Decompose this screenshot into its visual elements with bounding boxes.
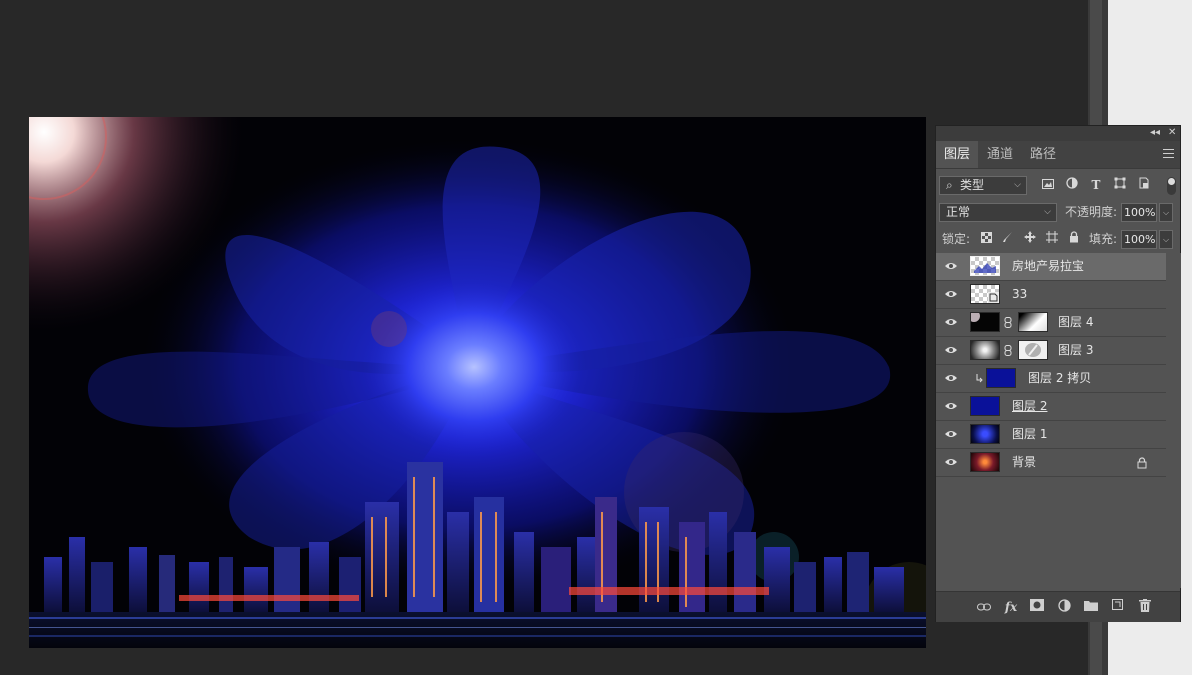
layers-scrollbar[interactable] xyxy=(1166,253,1181,588)
layer-row[interactable]: 房地产易拉宝 xyxy=(936,253,1166,281)
eye-icon[interactable] xyxy=(944,317,958,327)
link-chain-icon[interactable] xyxy=(1004,345,1012,356)
image-filter-icon[interactable] xyxy=(1039,176,1057,194)
layer-name[interactable]: 图层 2 xyxy=(1012,393,1047,420)
layer-thumbnail[interactable] xyxy=(970,396,1000,416)
canvas-artwork xyxy=(29,117,926,648)
lock-icon[interactable] xyxy=(1137,457,1147,469)
lock-position-icon[interactable] xyxy=(1021,230,1039,248)
layer-row[interactable]: 图层 2 xyxy=(936,393,1166,421)
fx-icon[interactable]: fx xyxy=(1003,599,1019,615)
layer-name[interactable]: 图层 1 xyxy=(1012,421,1047,448)
chevron-down-icon: ⌵ xyxy=(1014,180,1021,190)
layer-name[interactable]: 房地产易拉宝 xyxy=(1012,253,1084,280)
tab-channels[interactable]: 通道 xyxy=(979,141,1021,168)
new-layer-icon[interactable] xyxy=(1110,599,1126,615)
layer-row[interactable]: 图层 2 拷贝 xyxy=(936,365,1166,393)
smart-object-filter-icon[interactable] xyxy=(1135,176,1153,194)
tab-layers[interactable]: 图层 xyxy=(936,141,979,168)
search-icon: ⌕ xyxy=(946,178,953,192)
panel-titlebar: ◂◂ ✕ xyxy=(936,126,1180,141)
layers-list: 房地产易拉宝 33 图层 4 图层 3 图层 2 拷贝 图层 2 图层 1 背景 xyxy=(936,253,1166,477)
layer-thumbnail[interactable] xyxy=(970,424,1000,444)
type-filter-icon[interactable]: T xyxy=(1087,176,1105,194)
lock-label: 锁定: xyxy=(942,232,971,246)
filter-row: ⌕ 类型 ⌵ T xyxy=(936,176,1182,196)
fill-input[interactable]: 100% xyxy=(1121,230,1157,249)
blend-mode-value: 正常 xyxy=(946,205,971,219)
layer-mask-thumbnail[interactable] xyxy=(1018,340,1048,360)
collapse-panel-icon[interactable]: ◂◂ xyxy=(1150,127,1160,139)
link-chain-icon[interactable] xyxy=(1004,317,1012,328)
lock-transparent-icon[interactable] xyxy=(977,230,995,248)
opacity-input[interactable]: 100% xyxy=(1121,203,1157,222)
panel-tabs: 图层 通道 路径 xyxy=(936,141,1180,169)
delete-layer-icon[interactable] xyxy=(1137,599,1153,615)
close-panel-icon[interactable]: ✕ xyxy=(1168,127,1176,139)
layer-thumbnail[interactable] xyxy=(970,284,1000,304)
eye-icon[interactable] xyxy=(944,457,958,467)
layer-name[interactable]: 图层 4 xyxy=(1058,309,1093,336)
chevron-down-icon: ⌵ xyxy=(1044,207,1051,217)
link-layers-icon[interactable] xyxy=(976,599,992,615)
layer-row[interactable]: 图层 3 xyxy=(936,337,1166,365)
eye-icon[interactable] xyxy=(944,401,958,411)
document-canvas[interactable] xyxy=(29,117,926,648)
eye-icon[interactable] xyxy=(944,345,958,355)
clipping-mask-arrow-icon xyxy=(976,374,983,383)
layer-row[interactable]: 图层 1 xyxy=(936,421,1166,449)
layers-panel: ◂◂ ✕ 图层 通道 路径 ⌕ 类型 ⌵ T 正常 ⌵ 不透明度: 100% ⌵… xyxy=(935,125,1181,622)
opacity-dropdown[interactable]: ⌵ xyxy=(1159,203,1173,222)
fill-label: 填充: xyxy=(1089,232,1118,246)
filter-toggle-switch[interactable] xyxy=(1167,177,1176,195)
layer-name[interactable]: 图层 3 xyxy=(1058,337,1093,364)
layer-thumbnail[interactable] xyxy=(970,256,1000,276)
eye-icon[interactable] xyxy=(944,373,958,383)
layer-row[interactable]: 33 xyxy=(936,281,1166,309)
panel-footer: fx xyxy=(936,591,1180,622)
shape-filter-icon[interactable] xyxy=(1111,176,1129,194)
layer-thumbnail[interactable] xyxy=(970,340,1000,360)
layer-thumbnail[interactable] xyxy=(968,310,1000,332)
layer-thumbnail[interactable] xyxy=(986,368,1016,388)
smart-object-badge-icon xyxy=(988,292,999,303)
tab-paths[interactable]: 路径 xyxy=(1022,141,1064,168)
opacity-label: 不透明度: xyxy=(1065,205,1118,219)
layer-row[interactable]: 背景 xyxy=(936,449,1166,477)
layer-name[interactable]: 图层 2 拷贝 xyxy=(1028,365,1091,392)
lock-row: 锁定: 填充: 100% ⌵ xyxy=(936,230,1182,250)
blend-row: 正常 ⌵ 不透明度: 100% ⌵ xyxy=(936,203,1182,223)
layer-mask-thumbnail[interactable] xyxy=(1018,312,1048,332)
layer-name[interactable]: 背景 xyxy=(1012,449,1036,476)
lock-all-icon[interactable] xyxy=(1065,230,1083,248)
panel-menu-icon[interactable] xyxy=(1163,149,1174,160)
eye-icon[interactable] xyxy=(944,261,958,271)
filter-kind-label: 类型 xyxy=(960,178,985,192)
layer-row[interactable]: 图层 4 xyxy=(936,309,1166,337)
new-group-icon[interactable] xyxy=(1083,599,1099,615)
adjustment-layer-icon[interactable] xyxy=(1056,599,1072,615)
lock-artboard-icon[interactable] xyxy=(1043,230,1061,248)
filter-kind-select[interactable]: ⌕ 类型 ⌵ xyxy=(939,176,1027,195)
layer-name[interactable]: 33 xyxy=(1012,281,1027,308)
add-mask-icon[interactable] xyxy=(1029,599,1045,615)
lock-pixels-icon[interactable] xyxy=(999,230,1017,248)
adjustment-filter-icon[interactable] xyxy=(1063,176,1081,194)
layer-thumbnail[interactable] xyxy=(970,452,1000,472)
fill-dropdown[interactable]: ⌵ xyxy=(1159,230,1173,249)
blend-mode-select[interactable]: 正常 ⌵ xyxy=(939,203,1057,222)
eye-icon[interactable] xyxy=(944,289,958,299)
eye-icon[interactable] xyxy=(944,429,958,439)
